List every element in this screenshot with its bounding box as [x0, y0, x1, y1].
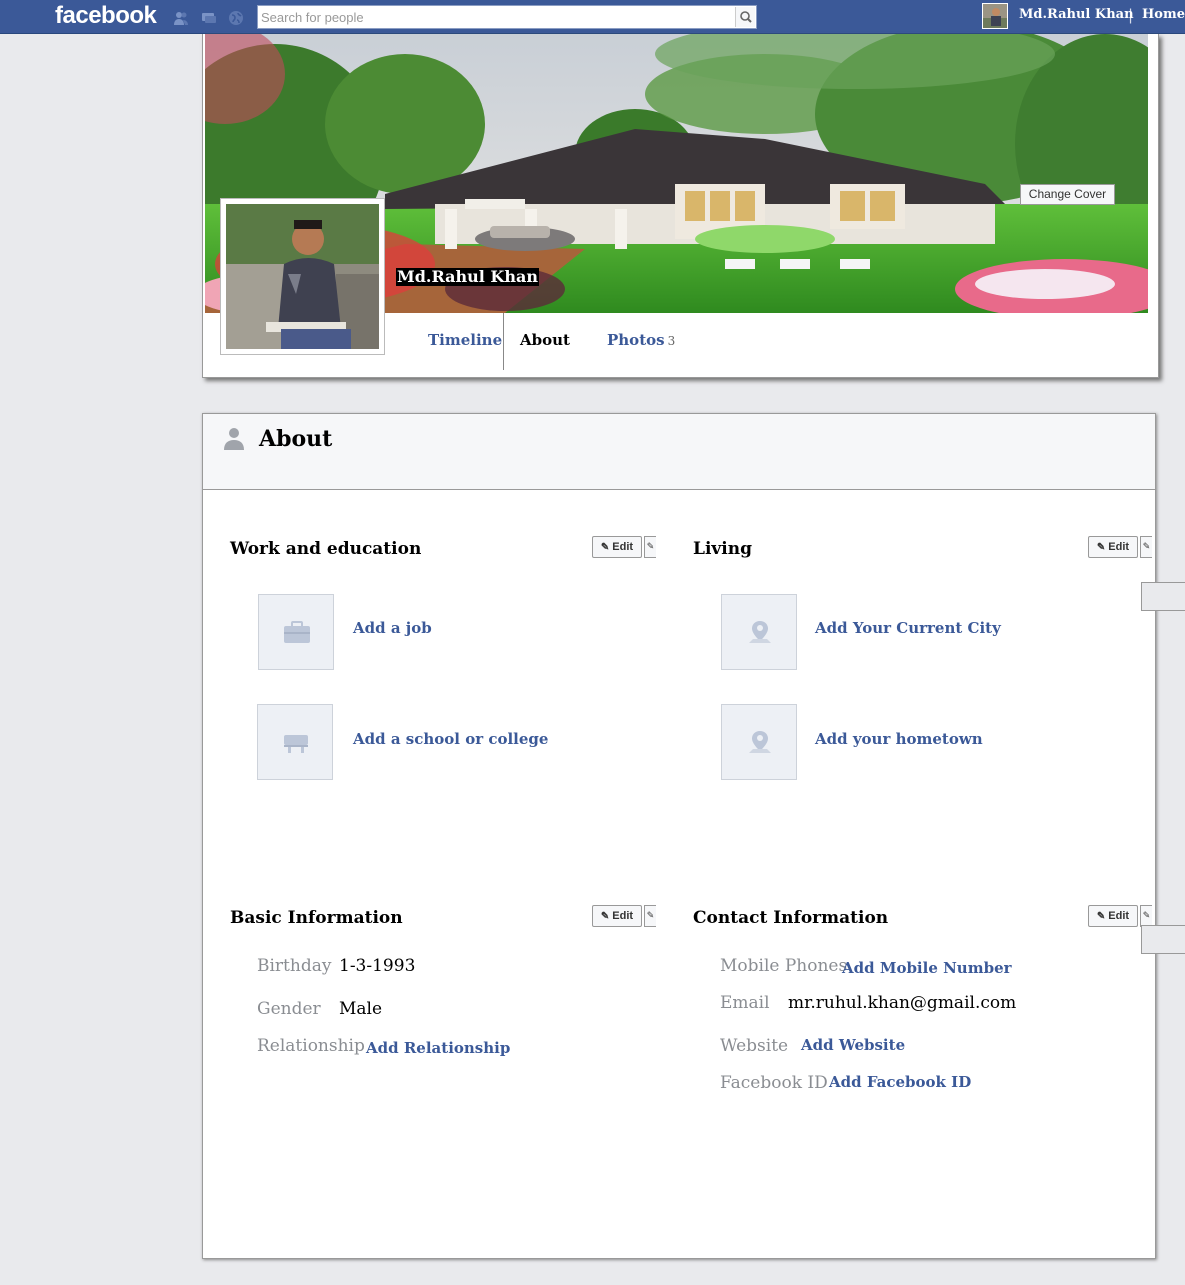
nav-separator: | — [1128, 6, 1134, 24]
current-city-tile-icon — [721, 594, 797, 670]
home-link[interactable]: Home — [1142, 7, 1185, 22]
birthday-value: 1-3-1993 — [339, 956, 416, 976]
search-button[interactable] — [735, 7, 755, 27]
search-input[interactable] — [259, 7, 735, 27]
pencil-icon: ✎ — [600, 542, 610, 553]
photos-count: 3 — [667, 334, 676, 348]
email-value: mr.ruhul.khan@gmail.com — [788, 993, 1017, 1013]
contact-edit-button[interactable]: ✎ Edit — [1088, 905, 1138, 927]
birthday-label: Birthday — [257, 956, 332, 976]
email-label: Email — [720, 993, 770, 1013]
tab-photos-label: Photos — [607, 331, 665, 349]
tab-timeline[interactable]: Timeline — [428, 331, 502, 349]
contact-edit-dropdown-icon[interactable]: ✎ — [1140, 905, 1152, 927]
change-cover-button[interactable]: Change Cover — [1020, 184, 1115, 205]
add-mobile-link[interactable]: Add Mobile Number — [842, 959, 1012, 977]
work-education-title: Work and education — [230, 539, 422, 559]
tab-divider — [503, 313, 504, 370]
living-edit-dropdown-icon[interactable]: ✎ — [1140, 536, 1152, 558]
friend-requests-icon[interactable] — [173, 10, 189, 26]
work-edit-button[interactable]: ✎ Edit — [592, 536, 642, 558]
school-tile-icon — [257, 704, 333, 780]
basic-info-title: Basic Information — [230, 908, 403, 928]
mobile-phones-label: Mobile Phones — [720, 956, 848, 976]
facebook-id-label: Facebook ID — [720, 1073, 828, 1093]
pencil-icon: ✎ — [600, 911, 610, 922]
person-icon — [223, 426, 245, 454]
add-website-link[interactable]: Add Website — [801, 1036, 905, 1054]
side-scroll-tab[interactable] — [1141, 925, 1185, 954]
user-name-link[interactable]: Md.Rahul Khan — [1019, 7, 1134, 22]
about-header: About — [203, 414, 1155, 490]
search-icon — [740, 11, 752, 23]
work-edit-dropdown-icon[interactable]: ✎ — [644, 536, 656, 558]
facebook-logo[interactable]: facebook — [55, 2, 157, 30]
edit-label: Edit — [1108, 541, 1130, 553]
gender-value: Male — [339, 999, 383, 1019]
hometown-tile-icon — [721, 704, 797, 780]
user-avatar[interactable] — [982, 3, 1008, 29]
edit-label: Edit — [1108, 910, 1130, 922]
add-facebook-id-link[interactable]: Add Facebook ID — [829, 1073, 971, 1091]
add-hometown-link[interactable]: Add your hometown — [815, 730, 983, 748]
gender-label: Gender — [257, 999, 321, 1019]
tab-about[interactable]: About — [520, 331, 570, 349]
add-current-city-link[interactable]: Add Your Current City — [815, 619, 1001, 637]
basic-edit-dropdown-icon[interactable]: ✎ — [644, 905, 656, 927]
add-school-link[interactable]: Add a school or college — [353, 730, 548, 748]
notifications-globe-icon[interactable] — [228, 10, 244, 26]
profile-name: Md.Rahul Khan — [396, 267, 539, 286]
add-job-link[interactable]: Add a job — [353, 619, 432, 637]
about-title: About — [259, 426, 333, 452]
living-title: Living — [693, 539, 752, 559]
pencil-icon: ✎ — [1096, 911, 1106, 922]
side-scroll-tab[interactable] — [1141, 582, 1185, 611]
contact-info-title: Contact Information — [693, 908, 889, 928]
job-tile-icon — [258, 594, 334, 670]
edit-label: Edit — [612, 541, 634, 553]
edit-label: Edit — [612, 910, 634, 922]
pencil-icon: ✎ — [1096, 542, 1106, 553]
living-edit-button[interactable]: ✎ Edit — [1088, 536, 1138, 558]
profile-picture[interactable] — [220, 198, 385, 355]
add-relationship-link[interactable]: Add Relationship — [366, 1039, 510, 1057]
relationship-label: Relationship — [257, 1036, 365, 1056]
basic-edit-button[interactable]: ✎ Edit — [592, 905, 642, 927]
messages-icon[interactable] — [201, 10, 217, 26]
search-box — [257, 5, 757, 29]
website-label: Website — [720, 1036, 789, 1056]
tab-photos[interactable]: Photos 3 — [607, 331, 675, 349]
top-navigation-bar: facebook Md.Rahul Khan | Home — [0, 0, 1185, 34]
